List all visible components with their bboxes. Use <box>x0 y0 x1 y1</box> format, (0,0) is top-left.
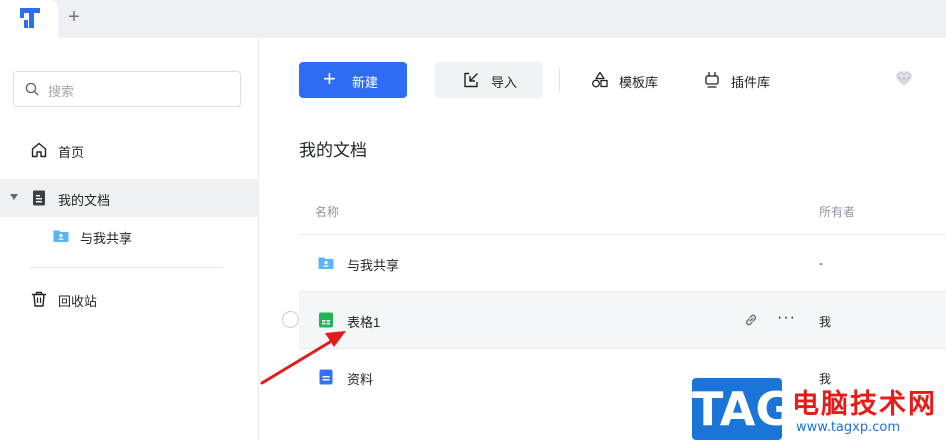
sidebar-item-label: 与我共享 <box>80 231 133 246</box>
plugin-icon <box>705 71 719 88</box>
watermark-tag: TAG <box>692 378 793 440</box>
link-icon[interactable] <box>743 312 759 328</box>
row-owner: - <box>819 256 823 270</box>
shapes-icon <box>592 71 608 88</box>
row-name: 表格1 <box>347 315 381 330</box>
search-input[interactable]: 搜索 <box>13 71 241 107</box>
document-icon <box>33 190 45 206</box>
new-button-label: 新建 <box>352 75 379 90</box>
home-icon <box>31 142 47 158</box>
table-row[interactable]: 表格1 ··· 我 <box>299 291 946 348</box>
watermark-site-name: 电脑技术网 <box>792 389 937 419</box>
row-select-checkbox[interactable] <box>282 311 299 328</box>
tab-bar: + <box>0 0 946 38</box>
sidebar-item-my-docs[interactable]: 我的文档 <box>0 179 259 217</box>
row-name: 资料 <box>347 372 374 387</box>
row-name: 与我共享 <box>347 258 400 273</box>
sidebar-item-label: 回收站 <box>58 294 98 309</box>
document-icon <box>319 369 333 385</box>
import-button[interactable]: 导入 <box>435 62 543 98</box>
import-icon <box>464 72 478 88</box>
sidebar-item-label: 首页 <box>58 145 85 160</box>
column-header-owner[interactable]: 所有者 <box>819 203 855 220</box>
search-placeholder: 搜索 <box>48 84 75 99</box>
column-header-name[interactable]: 名称 <box>315 203 339 220</box>
shared-folder-icon <box>318 257 334 269</box>
watermark-url: www.tagxp.com <box>796 420 900 435</box>
toolbar-divider <box>559 68 560 92</box>
expand-caret-icon[interactable] <box>10 194 18 200</box>
sidebar-item-trash[interactable]: 回收站 <box>0 280 259 318</box>
shared-folder-icon <box>53 230 69 242</box>
page-title: 我的文档 <box>299 141 367 160</box>
template-library-label: 模板库 <box>619 75 659 90</box>
plus-icon: + <box>323 66 336 91</box>
sidebar-item-label: 我的文档 <box>58 193 111 208</box>
sidebar-item-home[interactable]: 首页 <box>0 131 259 169</box>
premium-diamond-icon[interactable] <box>894 70 914 88</box>
search-icon <box>25 82 39 96</box>
more-options-icon[interactable]: ··· <box>777 309 796 327</box>
row-owner: 我 <box>819 315 832 329</box>
sidebar: 搜索 首页 我的文档 与我共享 回收站 <box>0 38 259 440</box>
active-tab[interactable] <box>0 0 58 38</box>
new-button[interactable]: + 新建 <box>299 62 407 98</box>
import-button-label: 导入 <box>491 75 518 90</box>
table-row[interactable]: 与我共享 - <box>299 234 946 291</box>
app-logo-icon <box>20 8 40 28</box>
add-tab-button[interactable]: + <box>62 6 86 30</box>
trash-icon <box>31 291 47 307</box>
sidebar-divider <box>30 267 223 268</box>
plugin-library-label: 插件库 <box>731 75 771 90</box>
spreadsheet-icon <box>319 312 333 328</box>
watermark: TAG 电脑技术网 www.tagxp.com <box>688 378 946 440</box>
sidebar-item-shared-with-me[interactable]: 与我共享 <box>0 217 259 255</box>
